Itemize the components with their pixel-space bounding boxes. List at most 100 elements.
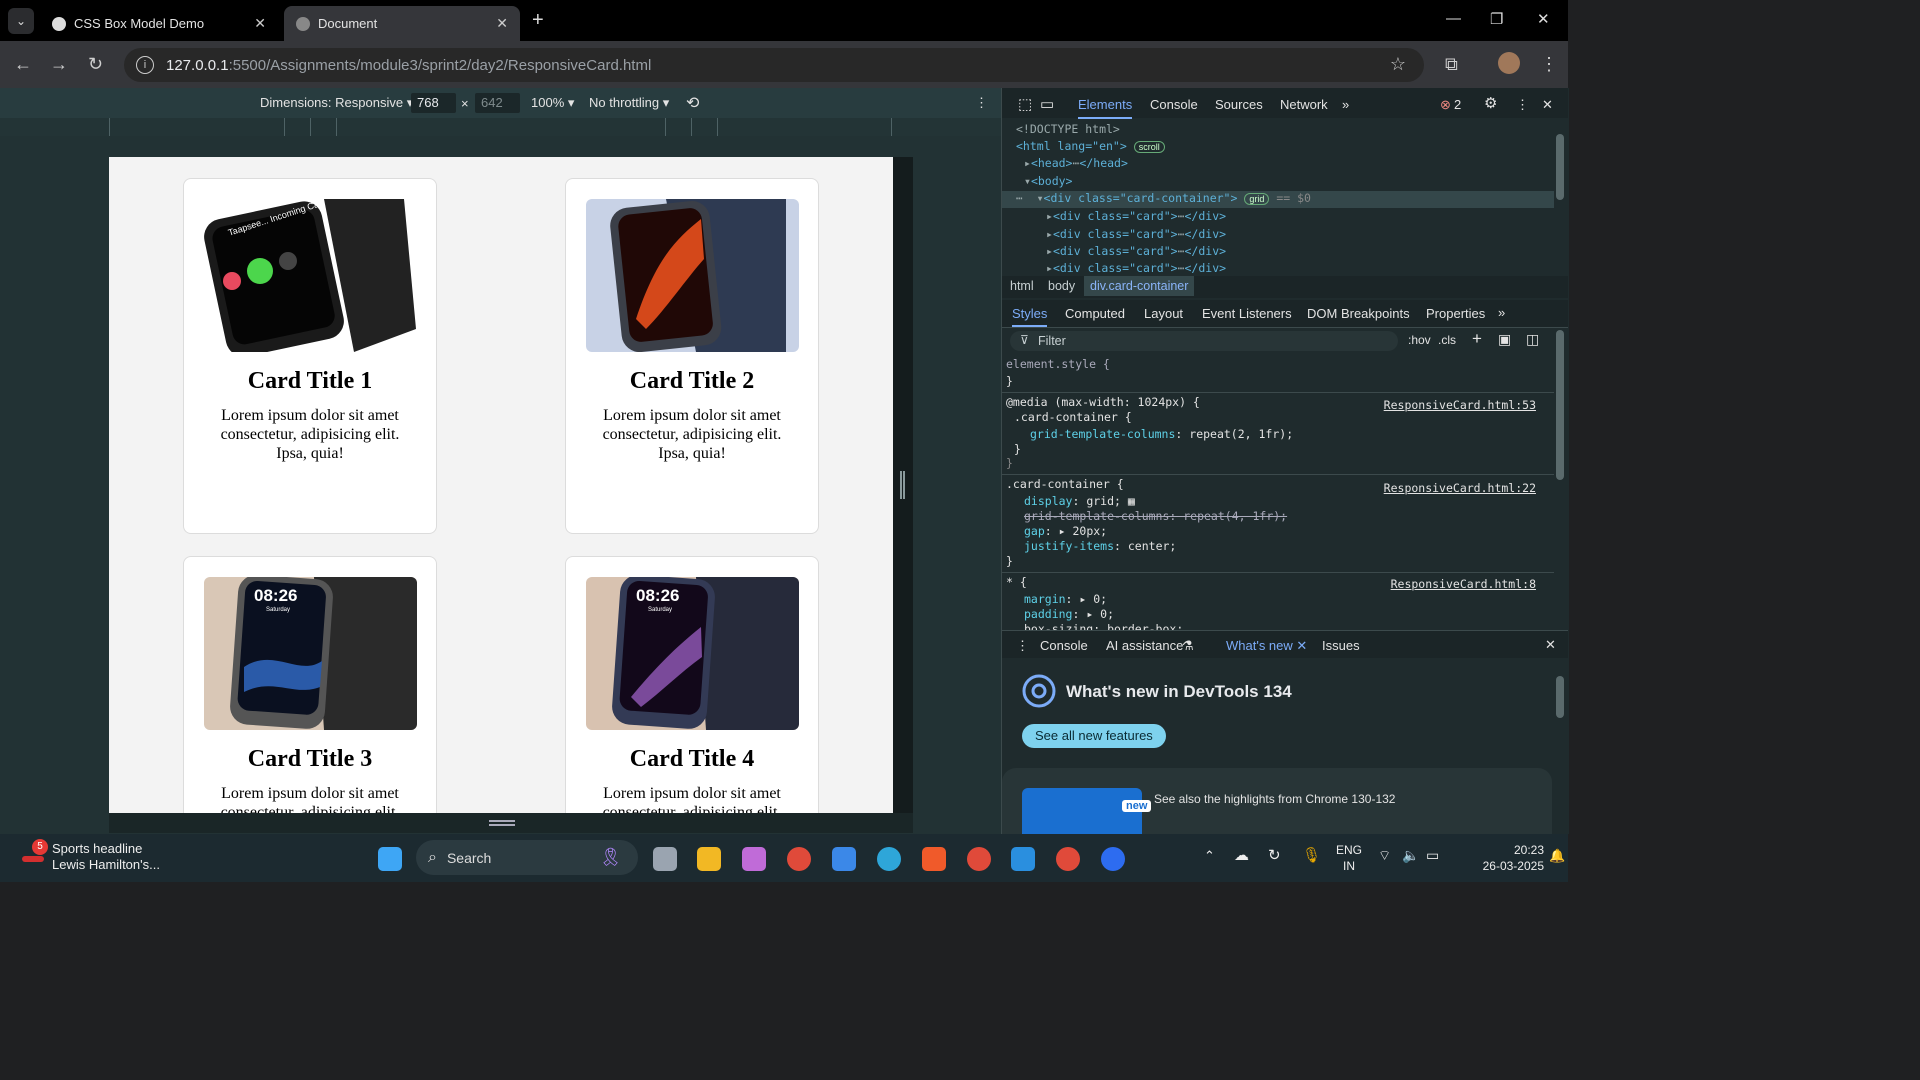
- viewport-resize-handle[interactable]: [900, 471, 905, 499]
- media-selector[interactable]: .card-container {: [1014, 410, 1132, 424]
- more-tabs-icon[interactable]: »: [1342, 97, 1349, 112]
- language-indicator[interactable]: ENG IN: [1336, 842, 1362, 874]
- drawer-tab-issues[interactable]: Issues: [1322, 638, 1360, 653]
- rule-selector[interactable]: .card-container {: [1006, 477, 1124, 491]
- styles-scrollbar[interactable]: [1556, 330, 1564, 480]
- brave-icon[interactable]: [922, 847, 946, 871]
- dom-card[interactable]: ▸<div class="card">⋯</div>: [1046, 227, 1226, 241]
- breadcrumb-body[interactable]: body: [1048, 279, 1075, 293]
- dom-card-container[interactable]: ⋯ ▾<div class="card-container"> grid == …: [1002, 191, 1554, 208]
- new-tab-icon[interactable]: +: [532, 9, 544, 32]
- more-options-icon[interactable]: ⋮: [975, 95, 988, 111]
- inspect-element-icon[interactable]: ⬚: [1018, 95, 1032, 113]
- chrome-active-icon[interactable]: [1056, 847, 1080, 871]
- close-drawer-icon[interactable]: ✕: [1545, 637, 1556, 653]
- close-devtools-icon[interactable]: ✕: [1542, 97, 1553, 113]
- zoom-icon[interactable]: [1101, 847, 1125, 871]
- tab-sources[interactable]: Sources: [1215, 97, 1263, 112]
- devtools-menu-icon[interactable]: ⋮: [1516, 97, 1529, 113]
- microphone-icon[interactable]: 🎙: [1302, 846, 1321, 864]
- drawer-menu-icon[interactable]: ⋮: [1016, 638, 1029, 654]
- zoom-dropdown[interactable]: 100% ▾: [531, 95, 574, 111]
- media-query-ruler[interactable]: [0, 118, 1001, 136]
- resize-grip-icon[interactable]: [489, 820, 515, 826]
- vscode-icon[interactable]: [1011, 847, 1035, 871]
- tab-layout[interactable]: Layout: [1144, 306, 1183, 321]
- close-icon[interactable]: ✕: [254, 15, 266, 32]
- chrome-icon[interactable]: [787, 847, 811, 871]
- breadcrumb-html[interactable]: html: [1010, 279, 1034, 293]
- dom-head[interactable]: ▸<head>⋯</head>: [1024, 156, 1128, 170]
- minimize-icon[interactable]: —: [1446, 10, 1461, 27]
- dom-body[interactable]: ▾<body>: [1024, 174, 1072, 188]
- css-declaration[interactable]: display: grid; ▦: [1024, 494, 1135, 508]
- css-declaration[interactable]: box-sizing: border-box;: [1024, 622, 1183, 630]
- dom-card[interactable]: ▸<div class="card">⋯</div>: [1046, 261, 1226, 275]
- height-input[interactable]: 642: [475, 93, 520, 113]
- tab-console[interactable]: Console: [1150, 97, 1198, 112]
- wifi-icon[interactable]: ⌔: [1378, 847, 1391, 865]
- tab-elements[interactable]: Elements: [1078, 97, 1133, 119]
- profile-avatar[interactable]: [1498, 52, 1520, 74]
- notification-bell-icon[interactable]: 🔔: [1549, 848, 1565, 864]
- css-declaration[interactable]: margin: ▸ 0;: [1024, 592, 1107, 606]
- source-link[interactable]: ResponsiveCard.html:22: [1384, 481, 1536, 495]
- chrome-profile-icon[interactable]: [967, 847, 991, 871]
- drawer-tab-whats-new[interactable]: What's new ✕: [1226, 638, 1308, 660]
- tab-styles[interactable]: Styles: [1012, 306, 1048, 327]
- highlights-text[interactable]: See also the highlights from Chrome 130-…: [1154, 792, 1395, 806]
- viewport-bottom-resize[interactable]: [109, 813, 913, 833]
- tab-css-box-model[interactable]: CSS Box Model Demo ✕: [40, 6, 278, 41]
- see-all-features-button[interactable]: See all new features: [1022, 724, 1166, 748]
- site-info-icon[interactable]: i: [136, 56, 154, 74]
- hov-button[interactable]: :hov: [1408, 333, 1431, 347]
- chevron-up-icon[interactable]: ⌃: [1204, 848, 1215, 864]
- tab-search-dropdown-icon[interactable]: ⌄: [8, 8, 34, 34]
- dom-doctype[interactable]: <!DOCTYPE html>: [1016, 122, 1120, 136]
- tab-event-listeners[interactable]: Event Listeners: [1202, 306, 1292, 321]
- css-declaration-overridden[interactable]: grid-template-columns: repeat(4, 1fr);: [1024, 509, 1287, 523]
- error-count[interactable]: 2: [1454, 97, 1461, 112]
- source-link[interactable]: ResponsiveCard.html:53: [1384, 398, 1536, 412]
- address-bar[interactable]: i 127.0.0.1:5500/Assignments/module3/spr…: [124, 48, 1424, 82]
- drawer-tab-ai-assistance[interactable]: AI assistance: [1106, 638, 1183, 653]
- reload-icon[interactable]: ↻: [88, 54, 103, 75]
- tab-document[interactable]: Document ✕: [284, 6, 520, 41]
- settings-gear-icon[interactable]: ⚙: [1484, 94, 1497, 112]
- grid-editor-icon[interactable]: ▦: [1128, 494, 1135, 508]
- tab-properties[interactable]: Properties: [1426, 306, 1485, 321]
- source-link[interactable]: ResponsiveCard.html:8: [1391, 577, 1536, 591]
- css-declaration[interactable]: gap: ▸ 20px;: [1024, 524, 1107, 538]
- css-declaration[interactable]: justify-items: center;: [1024, 539, 1176, 553]
- extensions-icon[interactable]: ⧉: [1445, 54, 1458, 75]
- width-input[interactable]: 768: [411, 93, 456, 113]
- cls-button[interactable]: .cls: [1438, 333, 1456, 347]
- close-icon[interactable]: ✕: [496, 15, 508, 32]
- dom-html[interactable]: <html lang="en"> scroll: [1016, 139, 1165, 153]
- new-rule-icon[interactable]: +: [1472, 329, 1482, 349]
- styles-filter-input[interactable]: Filter: [1010, 331, 1398, 351]
- task-view-icon[interactable]: [653, 847, 677, 871]
- edge-icon[interactable]: [877, 847, 901, 871]
- onedrive-icon[interactable]: ☁: [1234, 846, 1249, 864]
- scroll-badge[interactable]: scroll: [1133, 141, 1165, 153]
- breadcrumb-card-container[interactable]: div.card-container: [1084, 276, 1195, 296]
- css-declaration[interactable]: padding: ▸ 0;: [1024, 607, 1114, 621]
- sync-icon[interactable]: ↻: [1268, 846, 1281, 864]
- css-declaration[interactable]: grid-template-columns: repeat(2, 1fr);: [1030, 427, 1293, 441]
- menu-icon[interactable]: ⋮: [1540, 54, 1558, 75]
- tab-network[interactable]: Network: [1280, 97, 1328, 112]
- element-style-selector[interactable]: element.style {: [1006, 357, 1110, 371]
- system-clock[interactable]: 20:23 26-03-2025: [1483, 842, 1544, 874]
- battery-icon[interactable]: ▭: [1426, 847, 1439, 864]
- copilot-icon[interactable]: [742, 847, 766, 871]
- restore-icon[interactable]: ❐: [1490, 10, 1503, 28]
- forward-icon[interactable]: →: [50, 54, 68, 75]
- drawer-scrollbar[interactable]: [1556, 676, 1564, 718]
- paint-icon[interactable]: ▣: [1498, 331, 1511, 348]
- back-icon[interactable]: ←: [14, 54, 32, 75]
- dimensions-dropdown[interactable]: Dimensions: Responsive ▾: [260, 95, 413, 111]
- sidebar-toggle-icon[interactable]: ◫: [1526, 331, 1539, 348]
- rule-selector[interactable]: * {: [1006, 575, 1027, 589]
- store-icon[interactable]: [832, 847, 856, 871]
